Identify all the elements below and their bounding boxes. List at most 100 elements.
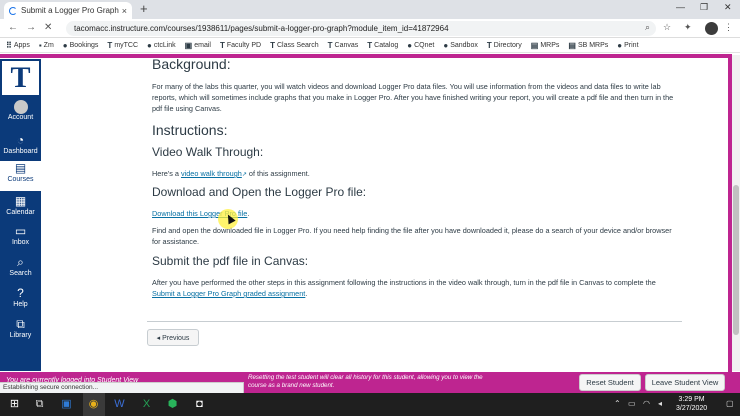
outlook-icon: ▣ (184, 40, 193, 50)
bookmark-cqnet[interactable]: ● CQnet (407, 41, 434, 50)
security-shield-icon[interactable]: ⬢ (166, 398, 179, 411)
folder-icon: ▪ (38, 40, 42, 50)
avatar-icon (0, 99, 41, 114)
nav-item-dashboard[interactable]: ◔ Dashboard (0, 133, 41, 163)
help-icon: ? (17, 286, 24, 300)
window-close-icon[interactable]: ✕ (724, 2, 732, 13)
global-navigation: T Account ◔ Dashboard ▤ Courses ▦ Calend… (0, 59, 41, 371)
search-icon[interactable]: ⌕ (645, 22, 650, 33)
extension-icon[interactable]: ✦ (684, 22, 692, 33)
bookmark-apps[interactable]: ⠿ Apps (6, 41, 30, 50)
bookmark-catalog[interactable]: T Catalog (367, 41, 398, 50)
browser-tab[interactable]: Submit a Logger Pro Graph: Phy × (4, 2, 132, 19)
nav-item-library[interactable]: ⧉ Library (0, 317, 41, 347)
document-icon: ▤ (568, 40, 576, 50)
previous-button[interactable]: ◂ Previous (147, 329, 199, 346)
address-bar: ← → ✕ tacomacc.instructure.com/courses/1… (0, 19, 740, 38)
background-heading: Background: (152, 56, 231, 72)
bookmark-class-search[interactable]: T Class Search (270, 41, 319, 50)
forward-icon[interactable]: → (26, 22, 36, 33)
bookmark-mytcc[interactable]: TmyTCC (107, 41, 138, 50)
browser-status-bubble: Establishing secure connection... (0, 382, 244, 393)
notification-icon[interactable]: ▢ (726, 399, 734, 408)
dashboard-icon: ◔ (16, 133, 25, 147)
chrome-icon[interactable]: ◉ (87, 398, 100, 411)
word-icon[interactable]: W (113, 398, 126, 411)
tray-chevron-icon[interactable]: ⌃ (614, 399, 621, 408)
star-icon[interactable]: ☆ (663, 22, 671, 33)
taskbar-icons: ◉ W X ⬢ ◘ ⌃ ▭ ◠ ◂ 3:29 PM 3/27/2020 ▢ (0, 393, 740, 416)
nav-item-search[interactable]: ⌕ Search (0, 255, 41, 285)
camera-icon[interactable]: ◘ (193, 398, 206, 411)
wifi-icon[interactable]: ◠ (643, 399, 650, 408)
menu-icon[interactable]: ⋮ (724, 22, 733, 33)
download-heading: Download and Open the Logger Pro file: (152, 185, 367, 199)
bookmark-faculty-pd[interactable]: T Faculty PD (220, 41, 261, 50)
url-field[interactable]: tacomacc.instructure.com/courses/1938611… (66, 21, 656, 36)
profile-avatar[interactable] (705, 22, 718, 35)
url-text: tacomacc.instructure.com/courses/1938611… (74, 24, 449, 33)
tcc-icon: T (486, 40, 492, 50)
school-logo[interactable]: T (2, 61, 39, 95)
courses-icon: ▤ (14, 161, 27, 175)
search-icon: ⌕ (17, 255, 24, 269)
nav-item-account[interactable]: Account (0, 99, 41, 129)
bookmark-mrps[interactable]: ▤ MRPs (531, 41, 560, 50)
inbox-icon: ▭ (14, 224, 27, 238)
globe-icon: ● (147, 40, 152, 50)
nav-item-calendar[interactable]: ▦ Calendar (0, 194, 41, 224)
globe-icon: ● (62, 40, 68, 50)
tcc-icon: T (367, 40, 373, 50)
content-divider (147, 321, 682, 322)
library-icon: ⧉ (16, 317, 25, 331)
tcc-icon: T (219, 40, 225, 50)
submit-assignment-link[interactable]: Submit a Logger Pro Graph graded assignm… (152, 289, 305, 298)
bookmark-email[interactable]: ▣ email (185, 41, 211, 50)
bookmark-zm[interactable]: ▪ Zm (39, 41, 54, 50)
loading-spinner-icon (9, 6, 17, 15)
reset-student-button[interactable]: Reset Student (579, 374, 641, 391)
tcc-icon: T (327, 40, 333, 50)
bookmark-ctclink[interactable]: ● ctcLink (147, 41, 176, 50)
video-paragraph: Here's a video walk through↗ of this ass… (152, 169, 310, 178)
bookmark-directory[interactable]: T Directory (487, 41, 522, 50)
bookmark-print[interactable]: ● Print (617, 41, 638, 50)
nav-item-help[interactable]: ? Help (0, 286, 41, 316)
volume-icon[interactable]: ◂ (658, 399, 662, 408)
bookmark-canvas[interactable]: T Canvas (328, 41, 359, 50)
nav-item-inbox[interactable]: ▭ Inbox (0, 224, 41, 254)
apps-grid-icon: ⠿ (6, 40, 12, 50)
new-tab-button[interactable]: + (140, 1, 148, 16)
background-paragraph: For many of the labs this quarter, you w… (152, 82, 674, 113)
stop-icon[interactable]: ✕ (44, 22, 52, 33)
bookmark-sandbox[interactable]: ● Sandbox (443, 41, 477, 50)
restore-icon[interactable]: ❐ (700, 2, 708, 13)
globe-icon: ● (407, 40, 413, 50)
back-icon[interactable]: ← (8, 22, 18, 33)
page-scrollbar[interactable] (732, 55, 740, 371)
leave-student-view-button[interactable]: Leave Student View (645, 374, 725, 391)
tcc-icon: T (107, 40, 113, 50)
submit-paragraph: After you have performed the other steps… (152, 278, 656, 298)
student-view-message: Resetting the test student will clear al… (248, 374, 483, 389)
student-view-frame-top (0, 54, 732, 58)
instructions-heading: Instructions: (152, 122, 228, 138)
taskbar-clock[interactable]: 3:29 PM 3/27/2020 (676, 395, 707, 413)
video-heading: Video Walk Through: (152, 145, 264, 159)
globe-icon: ● (443, 40, 449, 50)
video-walk-through-link[interactable]: video walk through (181, 169, 242, 178)
bookmark-bookings[interactable]: ● Bookings (63, 41, 99, 50)
calendar-icon: ▦ (14, 194, 27, 208)
tcc-icon: T (270, 40, 275, 50)
excel-icon[interactable]: X (140, 398, 153, 411)
tab-close-icon[interactable]: × (122, 6, 127, 16)
browser-tab-strip: Submit a Logger Pro Graph: Phy × + — ❐ ✕ (0, 0, 740, 19)
scrollbar-thumb[interactable] (733, 185, 739, 335)
network-icon[interactable]: ▭ (628, 399, 636, 408)
minimize-icon[interactable]: — (676, 2, 685, 12)
nav-item-courses[interactable]: ▤ Courses (0, 161, 41, 191)
bookmark-sb-mrps[interactable]: ▤ SB MRPs (568, 41, 608, 50)
bookmarks-bar: ⠿ Apps ▪ Zm ● Bookings TmyTCC ● ctcLink ▣ ema… (0, 38, 740, 53)
globe-icon: ● (617, 40, 623, 50)
document-icon: ▤ (530, 40, 539, 50)
